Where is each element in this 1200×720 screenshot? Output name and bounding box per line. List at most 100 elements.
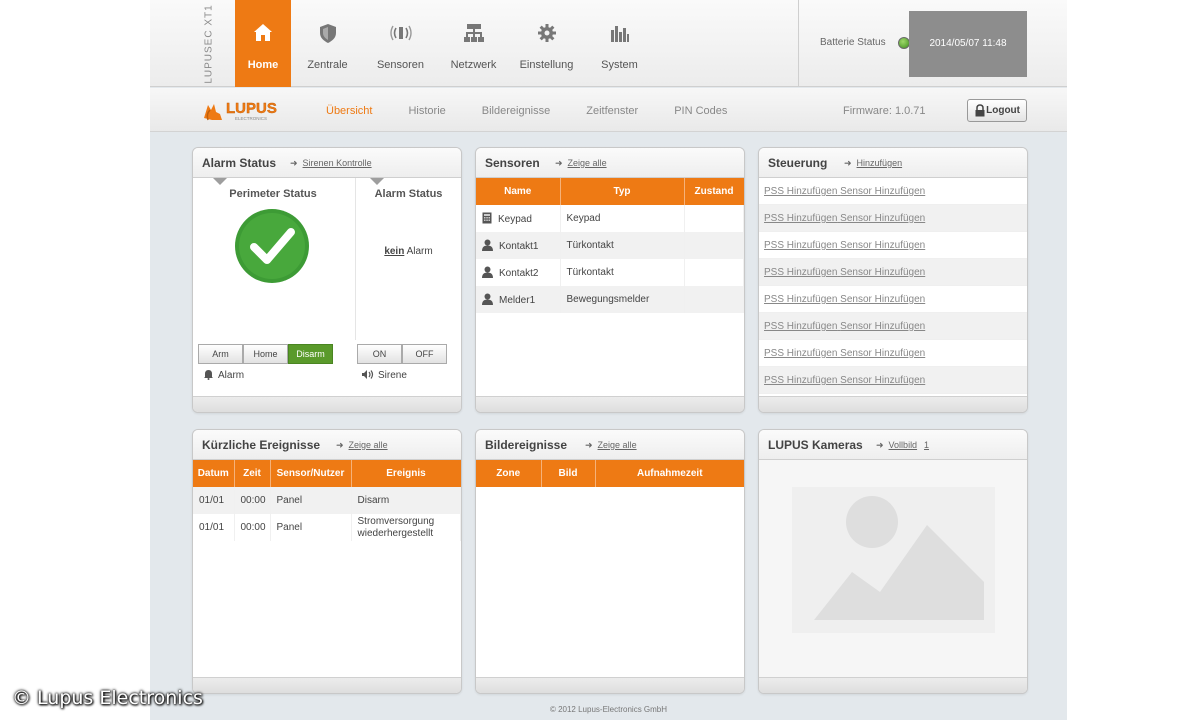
recent-events-panel: Kürzliche Ereignisse ➜ Zeige alle Datum Z…: [192, 429, 462, 694]
nav-item-system[interactable]: System: [583, 0, 656, 87]
table-row[interactable]: Melder1 Bewegungsmelder: [476, 286, 744, 313]
add-pss-link[interactable]: PSS Hinzufügen: [764, 294, 837, 305]
sensor-name: Kontakt1: [499, 241, 539, 252]
alarm-status-title: Alarm Status: [374, 188, 443, 200]
arrow-right-icon: ➜: [555, 158, 563, 168]
mode-button-group: Arm Home Disarm: [198, 344, 333, 364]
arm-button[interactable]: Arm: [198, 344, 243, 364]
sensor-type-cell: Keypad: [560, 205, 685, 232]
tab-uebersicht[interactable]: Übersicht: [326, 88, 372, 132]
event-date-cell: 01/01: [193, 487, 235, 514]
tab-bildereignisse[interactable]: Bildereignisse: [482, 88, 550, 132]
siren-button-group: ON OFF: [357, 344, 447, 364]
panel-title: Alarm Status: [202, 156, 277, 170]
alarm-indicator: Alarm: [203, 369, 244, 381]
add-sensor-link[interactable]: Sensor Hinzufügen: [840, 294, 925, 305]
sensor-name: Keypad: [498, 214, 532, 225]
person-icon: [482, 239, 493, 251]
panel-header: Bildereignisse ➜ Zeige alle: [476, 430, 744, 460]
link-label: Zeige alle: [348, 440, 388, 450]
column-header[interactable]: Aufnahmezeit: [595, 460, 744, 487]
arrow-right-icon: ➜: [844, 158, 852, 168]
sub-tabs: Übersicht Historie Bildereignisse Zeitfe…: [326, 88, 763, 132]
alarm-state-text: kein Alarm: [356, 246, 461, 257]
system-icon: [610, 26, 629, 42]
siren-off-button[interactable]: OFF: [402, 344, 447, 364]
column-header[interactable]: Bild: [541, 460, 596, 487]
show-all-sensors-link[interactable]: ➜ Zeige alle: [555, 158, 607, 169]
table-row[interactable]: Keypad Keypad: [476, 205, 744, 232]
tab-zeitfenster[interactable]: Zeitfenster: [586, 88, 638, 132]
show-all-image-events-link[interactable]: ➜ Zeige alle: [585, 440, 637, 451]
firmware-version: Firmware: 1.0.71: [843, 105, 926, 117]
nav-item-home[interactable]: Home: [235, 0, 291, 87]
fullscreen-link[interactable]: ➜ Vollbild: [876, 440, 917, 451]
panel-footer: [476, 396, 744, 412]
show-all-events-link[interactable]: ➜ Zeige alle: [336, 440, 388, 451]
image-events-table: Zone Bild Aufnahmezeit: [476, 460, 744, 487]
column-header[interactable]: Datum: [193, 460, 235, 487]
column-header[interactable]: Sensor/Nutzer: [270, 460, 352, 487]
alarm-status-section: Alarm Status kein Alarm: [355, 178, 461, 340]
nav-item-sensoren[interactable]: Sensoren: [364, 0, 437, 87]
shield-icon: [319, 24, 336, 43]
add-pss-link[interactable]: PSS Hinzufügen: [764, 240, 837, 251]
nav-item-netzwerk[interactable]: Netzwerk: [437, 0, 510, 87]
nav-label: Zentrale: [307, 59, 348, 71]
add-pss-link[interactable]: PSS Hinzufügen: [764, 375, 837, 386]
column-header[interactable]: Zeit: [234, 460, 271, 487]
logout-label: Logout: [986, 105, 1020, 116]
event-description-cell: Disarm: [351, 487, 461, 514]
event-date-cell: 01/01: [193, 514, 235, 541]
tab-pin-codes[interactable]: PIN Codes: [674, 88, 727, 132]
add-sensor-link[interactable]: Sensor Hinzufügen: [840, 267, 925, 278]
speaker-icon: [362, 370, 374, 379]
add-pss-link[interactable]: PSS Hinzufügen: [764, 321, 837, 332]
sensor-type-cell: Türkontakt: [560, 232, 685, 259]
add-sensor-link[interactable]: Sensor Hinzufügen: [840, 213, 925, 224]
logout-button[interactable]: Logout: [967, 99, 1027, 122]
keypad-icon: [482, 212, 492, 224]
nav-label: Einstellung: [519, 59, 574, 71]
nav-label: Sensoren: [376, 59, 425, 71]
column-header[interactable]: Zone: [476, 460, 542, 487]
add-pss-link[interactable]: PSS Hinzufügen: [764, 213, 837, 224]
add-sensor-link[interactable]: Sensor Hinzufügen: [840, 186, 925, 197]
sensors-panel: Sensoren ➜ Zeige alle Name Typ Zustand Ke…: [475, 147, 745, 413]
panel-footer: [193, 396, 461, 412]
sensor-state-cell: [684, 232, 744, 259]
table-row[interactable]: 01/01 00:00 Panel Stromversorgung wieder…: [193, 514, 461, 541]
home-mode-button[interactable]: Home: [243, 344, 288, 364]
siren-on-button[interactable]: ON: [357, 344, 402, 364]
disarm-button[interactable]: Disarm: [288, 344, 333, 364]
date-time-display: 2014/05/07 11:48: [909, 11, 1027, 77]
add-sensor-link[interactable]: Sensor Hinzufügen: [840, 375, 925, 386]
nav-label: System: [601, 59, 638, 71]
table-row[interactable]: Kontakt2 Türkontakt: [476, 259, 744, 286]
table-header-row: Datum Zeit Sensor/Nutzer Ereignis: [193, 460, 461, 487]
column-header[interactable]: Zustand: [684, 178, 744, 205]
image-watermark: © Lupus Electronics: [12, 687, 203, 709]
add-sensor-link[interactable]: Sensor Hinzufügen: [840, 321, 925, 332]
sensor-name: Melder1: [499, 295, 536, 306]
tab-historie[interactable]: Historie: [408, 88, 445, 132]
column-header[interactable]: Typ: [560, 178, 685, 205]
column-header[interactable]: Ereignis: [351, 460, 461, 487]
panel-body: Name Typ Zustand Keypad Keypad Kontakt1 …: [476, 178, 744, 396]
siren-control-link[interactable]: ➜ Sirenen Kontrolle: [290, 158, 372, 169]
sensor-icon: [389, 25, 412, 41]
nav-item-einstellung[interactable]: Einstellung: [510, 0, 583, 87]
add-pss-link[interactable]: PSS Hinzufügen: [764, 348, 837, 359]
add-sensor-link[interactable]: Sensor Hinzufügen: [840, 348, 925, 359]
add-sensor-link[interactable]: Sensor Hinzufügen: [840, 240, 925, 251]
column-header[interactable]: Name: [476, 178, 561, 205]
lupus-logo[interactable]: LUPUS ELECTRONICS: [202, 96, 298, 124]
table-row[interactable]: 01/01 00:00 Panel Disarm: [193, 487, 461, 514]
add-control-link[interactable]: ➜ Hinzufügen: [844, 158, 902, 169]
add-pss-link[interactable]: PSS Hinzufügen: [764, 267, 837, 278]
table-row[interactable]: Kontakt1 Türkontakt: [476, 232, 744, 259]
camera-1-link[interactable]: 1: [924, 440, 929, 450]
nav-item-zentrale[interactable]: Zentrale: [291, 0, 364, 87]
add-pss-link[interactable]: PSS Hinzufügen: [764, 186, 837, 197]
control-row: PSS Hinzufügen Sensor Hinzufügen: [759, 367, 1027, 394]
